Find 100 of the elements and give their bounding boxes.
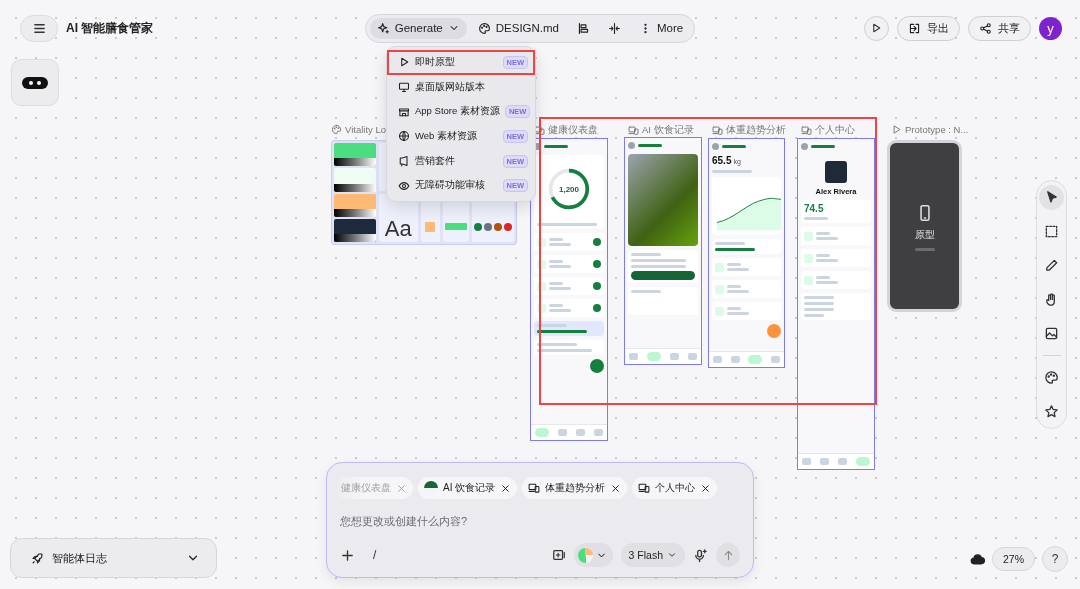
preview-button[interactable]: [864, 15, 889, 41]
prototype-preview[interactable]: 原型: [887, 140, 962, 312]
command-button[interactable]: /: [373, 548, 377, 562]
screen-title: 体重趋势分析: [726, 124, 786, 137]
text-skeleton: [727, 263, 741, 266]
avatar-icon: [712, 143, 719, 150]
menu-button[interactable]: [20, 14, 58, 42]
text-skeleton: [727, 268, 749, 271]
image-icon: [1044, 326, 1059, 341]
text-skeleton: [816, 232, 830, 235]
eye-icon: [398, 179, 410, 192]
split-icon: [608, 21, 621, 35]
row-icon: [715, 306, 724, 316]
export-icon: [908, 21, 921, 35]
board-title: Vitality Lo: [345, 124, 386, 135]
share-button[interactable]: 共享: [968, 15, 1031, 41]
phone-screen[interactable]: [624, 137, 702, 365]
model-selector[interactable]: 3 Flash: [620, 543, 685, 567]
export-button[interactable]: 导出: [897, 15, 960, 41]
text-skeleton: [727, 312, 749, 315]
close-icon[interactable]: [700, 482, 712, 494]
generate-button[interactable]: Generate: [369, 17, 467, 39]
text-skeleton: [816, 259, 838, 262]
rocket-icon: [31, 551, 44, 565]
row-icon: [537, 259, 546, 269]
devices-icon: [638, 482, 651, 494]
design-file-button[interactable]: DESIGN.md: [470, 17, 566, 39]
action-button[interactable]: [631, 271, 695, 280]
text-skeleton: [549, 265, 571, 268]
text-skeleton: [549, 304, 563, 307]
close-icon[interactable]: [500, 482, 512, 494]
color-ramp: [334, 234, 376, 242]
type-sample: Aa: [384, 218, 412, 240]
text-skeleton: [631, 259, 686, 262]
add-icon[interactable]: [593, 282, 601, 290]
send-button[interactable]: [716, 543, 740, 567]
pointer-icon: [1044, 190, 1059, 205]
pointer-tool[interactable]: [1039, 185, 1064, 210]
text-skeleton: [549, 309, 571, 312]
prompt-input[interactable]: 您想更改或创建什么内容?: [340, 515, 740, 527]
palette-icon: [1044, 370, 1059, 385]
monitor-icon: [398, 81, 410, 94]
user-avatar[interactable]: y: [1039, 16, 1062, 40]
color-ramp: [334, 158, 376, 167]
row-icon: [537, 303, 546, 313]
text-skeleton: [804, 296, 834, 299]
row-icon: [537, 281, 546, 291]
close-icon[interactable]: [610, 482, 622, 494]
help-button[interactable]: ?: [1042, 546, 1068, 572]
pen-icon: [1044, 258, 1059, 273]
text-skeleton: [727, 285, 741, 288]
weight-value: 74.5: [804, 203, 824, 214]
add-button[interactable]: [340, 547, 355, 563]
context-chip[interactable]: 体重趋势分析: [522, 477, 628, 499]
voice-button[interactable]: [693, 547, 708, 563]
caret-icon: [667, 550, 677, 560]
row-icon: [537, 237, 546, 247]
text-skeleton: [537, 330, 587, 333]
megaphone-icon: [398, 155, 410, 168]
color-wheel-icon: [577, 547, 593, 563]
text-skeleton: [544, 145, 568, 148]
screen-title: Prototype : N...: [905, 124, 969, 135]
context-chip[interactable]: 个人中心: [632, 477, 718, 499]
add-button[interactable]: [590, 359, 604, 373]
add-frame-icon: [551, 548, 566, 562]
add-icon[interactable]: [593, 304, 601, 312]
phone-screen[interactable]: 1,200: [530, 138, 608, 441]
zoom-level[interactable]: 27%: [992, 547, 1035, 571]
dots-icon: [22, 76, 48, 89]
text-skeleton: [537, 343, 577, 346]
row-icon: [715, 262, 724, 272]
screen-title: 个人中心: [815, 124, 855, 137]
text-skeleton: [804, 217, 828, 220]
agent-log-button[interactable]: 智能体日志: [10, 538, 217, 578]
screen-title: 健康仪表盘: [548, 124, 598, 137]
cloud-icon: [970, 551, 985, 567]
play-icon: [891, 124, 902, 135]
more-button[interactable]: More: [632, 17, 691, 39]
text-skeleton: [631, 290, 661, 293]
text-skeleton: [537, 223, 597, 226]
text-skeleton: [638, 144, 662, 147]
menu-item[interactable]: 桌面版网站版本: [387, 74, 535, 100]
text-skeleton: [631, 265, 686, 268]
text-skeleton: [631, 253, 661, 256]
context-chip[interactable]: AI 饮食记录: [418, 477, 518, 499]
devices-icon: [628, 125, 639, 136]
row-icon: [804, 231, 813, 241]
text-skeleton: [816, 254, 830, 257]
avatar-icon: [628, 142, 635, 149]
add-icon[interactable]: [593, 238, 601, 246]
text-skeleton: [804, 302, 834, 305]
add-icon[interactable]: [593, 260, 601, 268]
avatar-placeholder: [825, 161, 847, 183]
prototype-label: 原型: [914, 228, 935, 242]
color-ramp: [334, 183, 376, 192]
microphone-icon: [693, 547, 708, 563]
text-skeleton: [816, 281, 838, 284]
canvas-button[interactable]: [11, 59, 59, 106]
storefront-icon: [398, 105, 410, 118]
attach-frame-button[interactable]: [551, 548, 566, 562]
